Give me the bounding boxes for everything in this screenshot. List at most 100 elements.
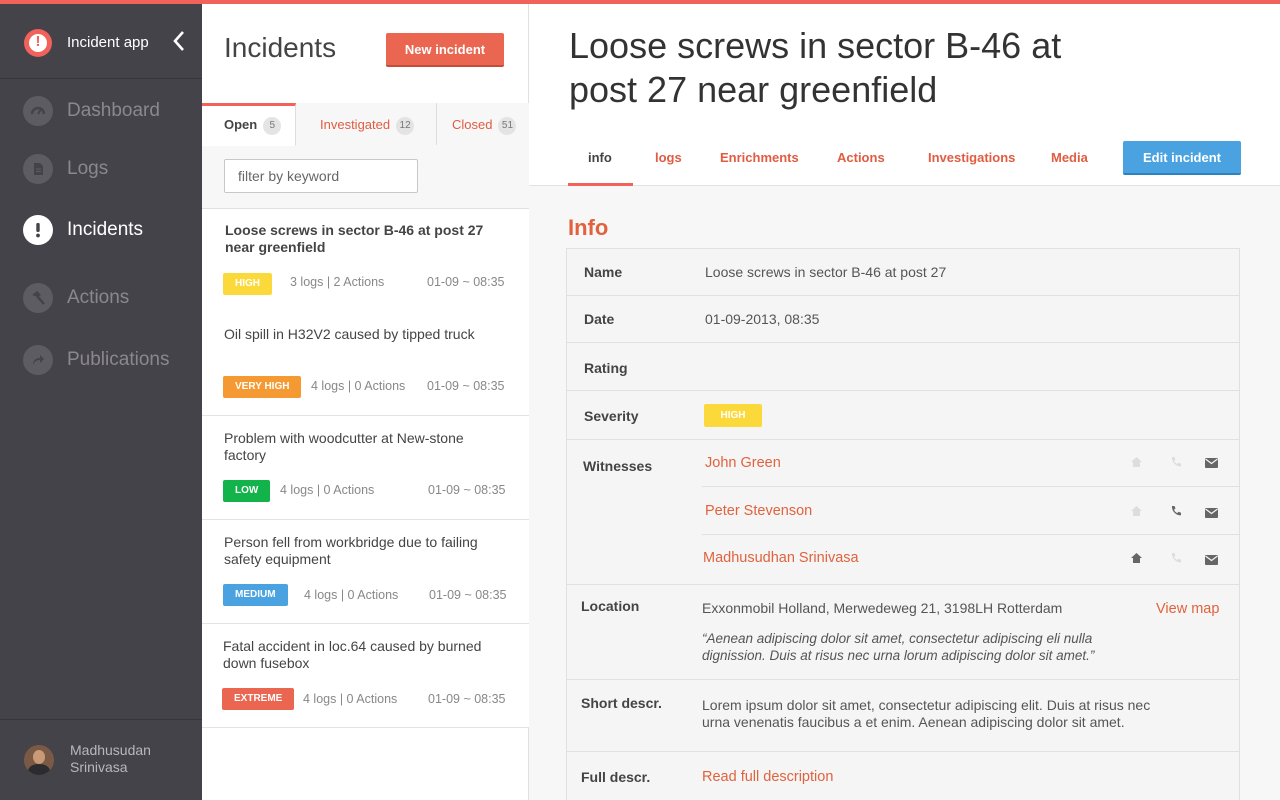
nav-item-logs[interactable]: Logs — [0, 144, 202, 194]
incident-time: 01-09 ~ 08:35 — [428, 483, 506, 497]
nav-label: Publications — [67, 349, 170, 370]
tab-enrichments[interactable]: Enrichments — [720, 150, 799, 165]
info-row-severity: Severity HIGH — [567, 391, 1239, 440]
new-incident-button[interactable]: New incident — [386, 33, 504, 67]
severity-badge: HIGH — [223, 273, 272, 295]
incident-time: 01-09 ~ 08:35 — [427, 379, 505, 393]
filter-input[interactable] — [224, 159, 418, 193]
tab-info[interactable]: info — [588, 150, 612, 165]
brand: Incident app — [0, 4, 202, 79]
incident-list-item[interactable]: Fatal accident in loc.64 caused by burne… — [202, 624, 529, 728]
info-table: Name Loose screws in sector B-46 at post… — [566, 248, 1240, 800]
tab-media[interactable]: Media — [1051, 150, 1088, 165]
info-row-location: Location Exxonmobil Holland, Merwedeweg … — [567, 585, 1239, 680]
incident-list-item[interactable]: Problem with woodcutter at New-stone fac… — [202, 416, 529, 520]
incident-name-value: Loose screws in sector B-46 at post 27 — [705, 264, 947, 280]
witness-name-link[interactable]: Peter Stevenson — [705, 503, 812, 519]
witness-name-link[interactable]: John Green — [705, 455, 781, 471]
nav-label: Logs — [67, 158, 109, 179]
nav-item-actions[interactable]: Actions — [0, 273, 202, 323]
document-icon — [23, 154, 53, 184]
phone-icon[interactable] — [1170, 504, 1182, 522]
mail-icon[interactable] — [1205, 505, 1218, 523]
mail-icon[interactable] — [1205, 552, 1218, 570]
tab-closed[interactable]: Closed 51 — [437, 103, 529, 145]
tab-label: Open — [224, 117, 258, 132]
witness-row: John Green — [702, 440, 1239, 487]
incident-date-value: 01-09-2013, 08:35 — [705, 311, 820, 327]
tab-open[interactable]: Open 5 — [202, 103, 296, 146]
phone-icon[interactable] — [1170, 455, 1182, 473]
gauge-icon — [23, 96, 53, 126]
list-title: Incidents — [224, 32, 337, 63]
edit-incident-button[interactable]: Edit incident — [1123, 141, 1241, 175]
tab-investigated[interactable]: Investigated 12 — [296, 103, 437, 145]
incident-detail: Loose screws in sector B-46 at post 27 n… — [529, 4, 1280, 800]
incident-list-item[interactable]: Person fell from workbridge due to faili… — [202, 520, 529, 624]
hammer-icon — [23, 283, 53, 313]
filter-bar — [202, 145, 529, 209]
avatar — [24, 745, 54, 775]
incident-meta: 4 logs | 0 Actions — [303, 692, 398, 706]
active-tab-indicator — [568, 183, 633, 186]
detail-header: Loose screws in sector B-46 at post 27 n… — [529, 4, 1280, 186]
row-label: Name — [584, 264, 623, 280]
mail-icon[interactable] — [1205, 455, 1218, 473]
nav-item-incidents[interactable]: Incidents — [0, 205, 202, 255]
row-label: Severity — [584, 408, 639, 424]
list-tabs: Open 5 Investigated 12 Closed 51 — [202, 103, 529, 146]
incident-title: Loose screws in sector B-46 at post 27 n… — [225, 222, 484, 255]
location-quote: “Aenean adipiscing dolor sit amet, conse… — [702, 631, 1095, 663]
incident-meta: 4 logs | 0 Actions — [311, 379, 406, 393]
tab-actions[interactable]: Actions — [837, 150, 885, 165]
tab-label: Investigated — [320, 117, 391, 132]
incident-list-item[interactable]: Oil spill in H32V2 caused by tipped truc… — [202, 312, 529, 416]
row-label: Full descr. — [581, 769, 651, 785]
incident-meta: 4 logs | 0 Actions — [304, 588, 399, 602]
detail-title: Loose screws in sector B-46 at post 27 n… — [569, 25, 1062, 110]
nav-item-publications[interactable]: Publications — [0, 335, 202, 385]
read-full-description-link[interactable]: Read full description — [702, 769, 833, 785]
row-label: Short descr. — [581, 695, 662, 711]
incident-list-item[interactable]: Loose screws in sector B-46 at post 27 n… — [202, 209, 529, 313]
home-icon[interactable] — [1130, 504, 1143, 522]
home-icon[interactable] — [1130, 455, 1143, 473]
view-map-link[interactable]: View map — [1156, 601, 1219, 617]
severity-badge: LOW — [223, 480, 271, 502]
section-title: Info — [568, 215, 609, 240]
nav-item-dashboard[interactable]: Dashboard — [0, 86, 202, 136]
incident-time: 01-09 ~ 08:35 — [428, 692, 506, 706]
incident-title: Person fell from workbridge due to faili… — [224, 534, 478, 567]
witness-name-link[interactable]: Madhusudhan Srinivasa — [703, 550, 859, 566]
severity-badge: EXTREME — [222, 688, 295, 710]
user-name: Madhusudan Srinivasa — [70, 742, 151, 775]
user-profile[interactable]: Madhusudan Srinivasa — [0, 719, 202, 800]
tab-label: Closed — [452, 117, 493, 132]
nav-label: Actions — [67, 287, 130, 308]
info-row-rating: Rating — [567, 343, 1239, 391]
severity-badge: MEDIUM — [223, 584, 288, 606]
info-row-name: Name Loose screws in sector B-46 at post… — [567, 249, 1239, 296]
home-icon[interactable] — [1130, 551, 1143, 569]
collapse-sidebar-icon[interactable] — [172, 30, 186, 52]
incident-time: 01-09 ~ 08:35 — [427, 275, 505, 289]
tab-investigations[interactable]: Investigations — [928, 150, 1015, 165]
location-value: Exxonmobil Holland, Merwedeweg 21, 3198L… — [702, 600, 1063, 616]
sidebar: Incident app Dashboard Logs Incidents Ac… — [0, 0, 202, 800]
phone-icon[interactable] — [1170, 551, 1182, 569]
nav-label: Dashboard — [67, 100, 160, 121]
app-name: Incident app — [67, 34, 149, 51]
tab-logs[interactable]: logs — [655, 150, 682, 165]
row-label: Rating — [584, 360, 628, 376]
top-accent-bar — [0, 0, 1280, 4]
severity-badge: VERY HIGH — [223, 376, 302, 398]
incident-meta: 4 logs | 0 Actions — [280, 483, 375, 497]
row-label: Location — [581, 598, 640, 614]
nav-label: Incidents — [67, 219, 144, 240]
severity-badge: HIGH — [704, 404, 762, 427]
info-row-date: Date 01-09-2013, 08:35 — [567, 296, 1239, 343]
exclamation-icon — [23, 215, 53, 245]
share-icon — [23, 345, 53, 375]
tab-count: 5 — [263, 117, 282, 135]
witness-row: Madhusudhan Srinivasa — [702, 535, 1239, 585]
